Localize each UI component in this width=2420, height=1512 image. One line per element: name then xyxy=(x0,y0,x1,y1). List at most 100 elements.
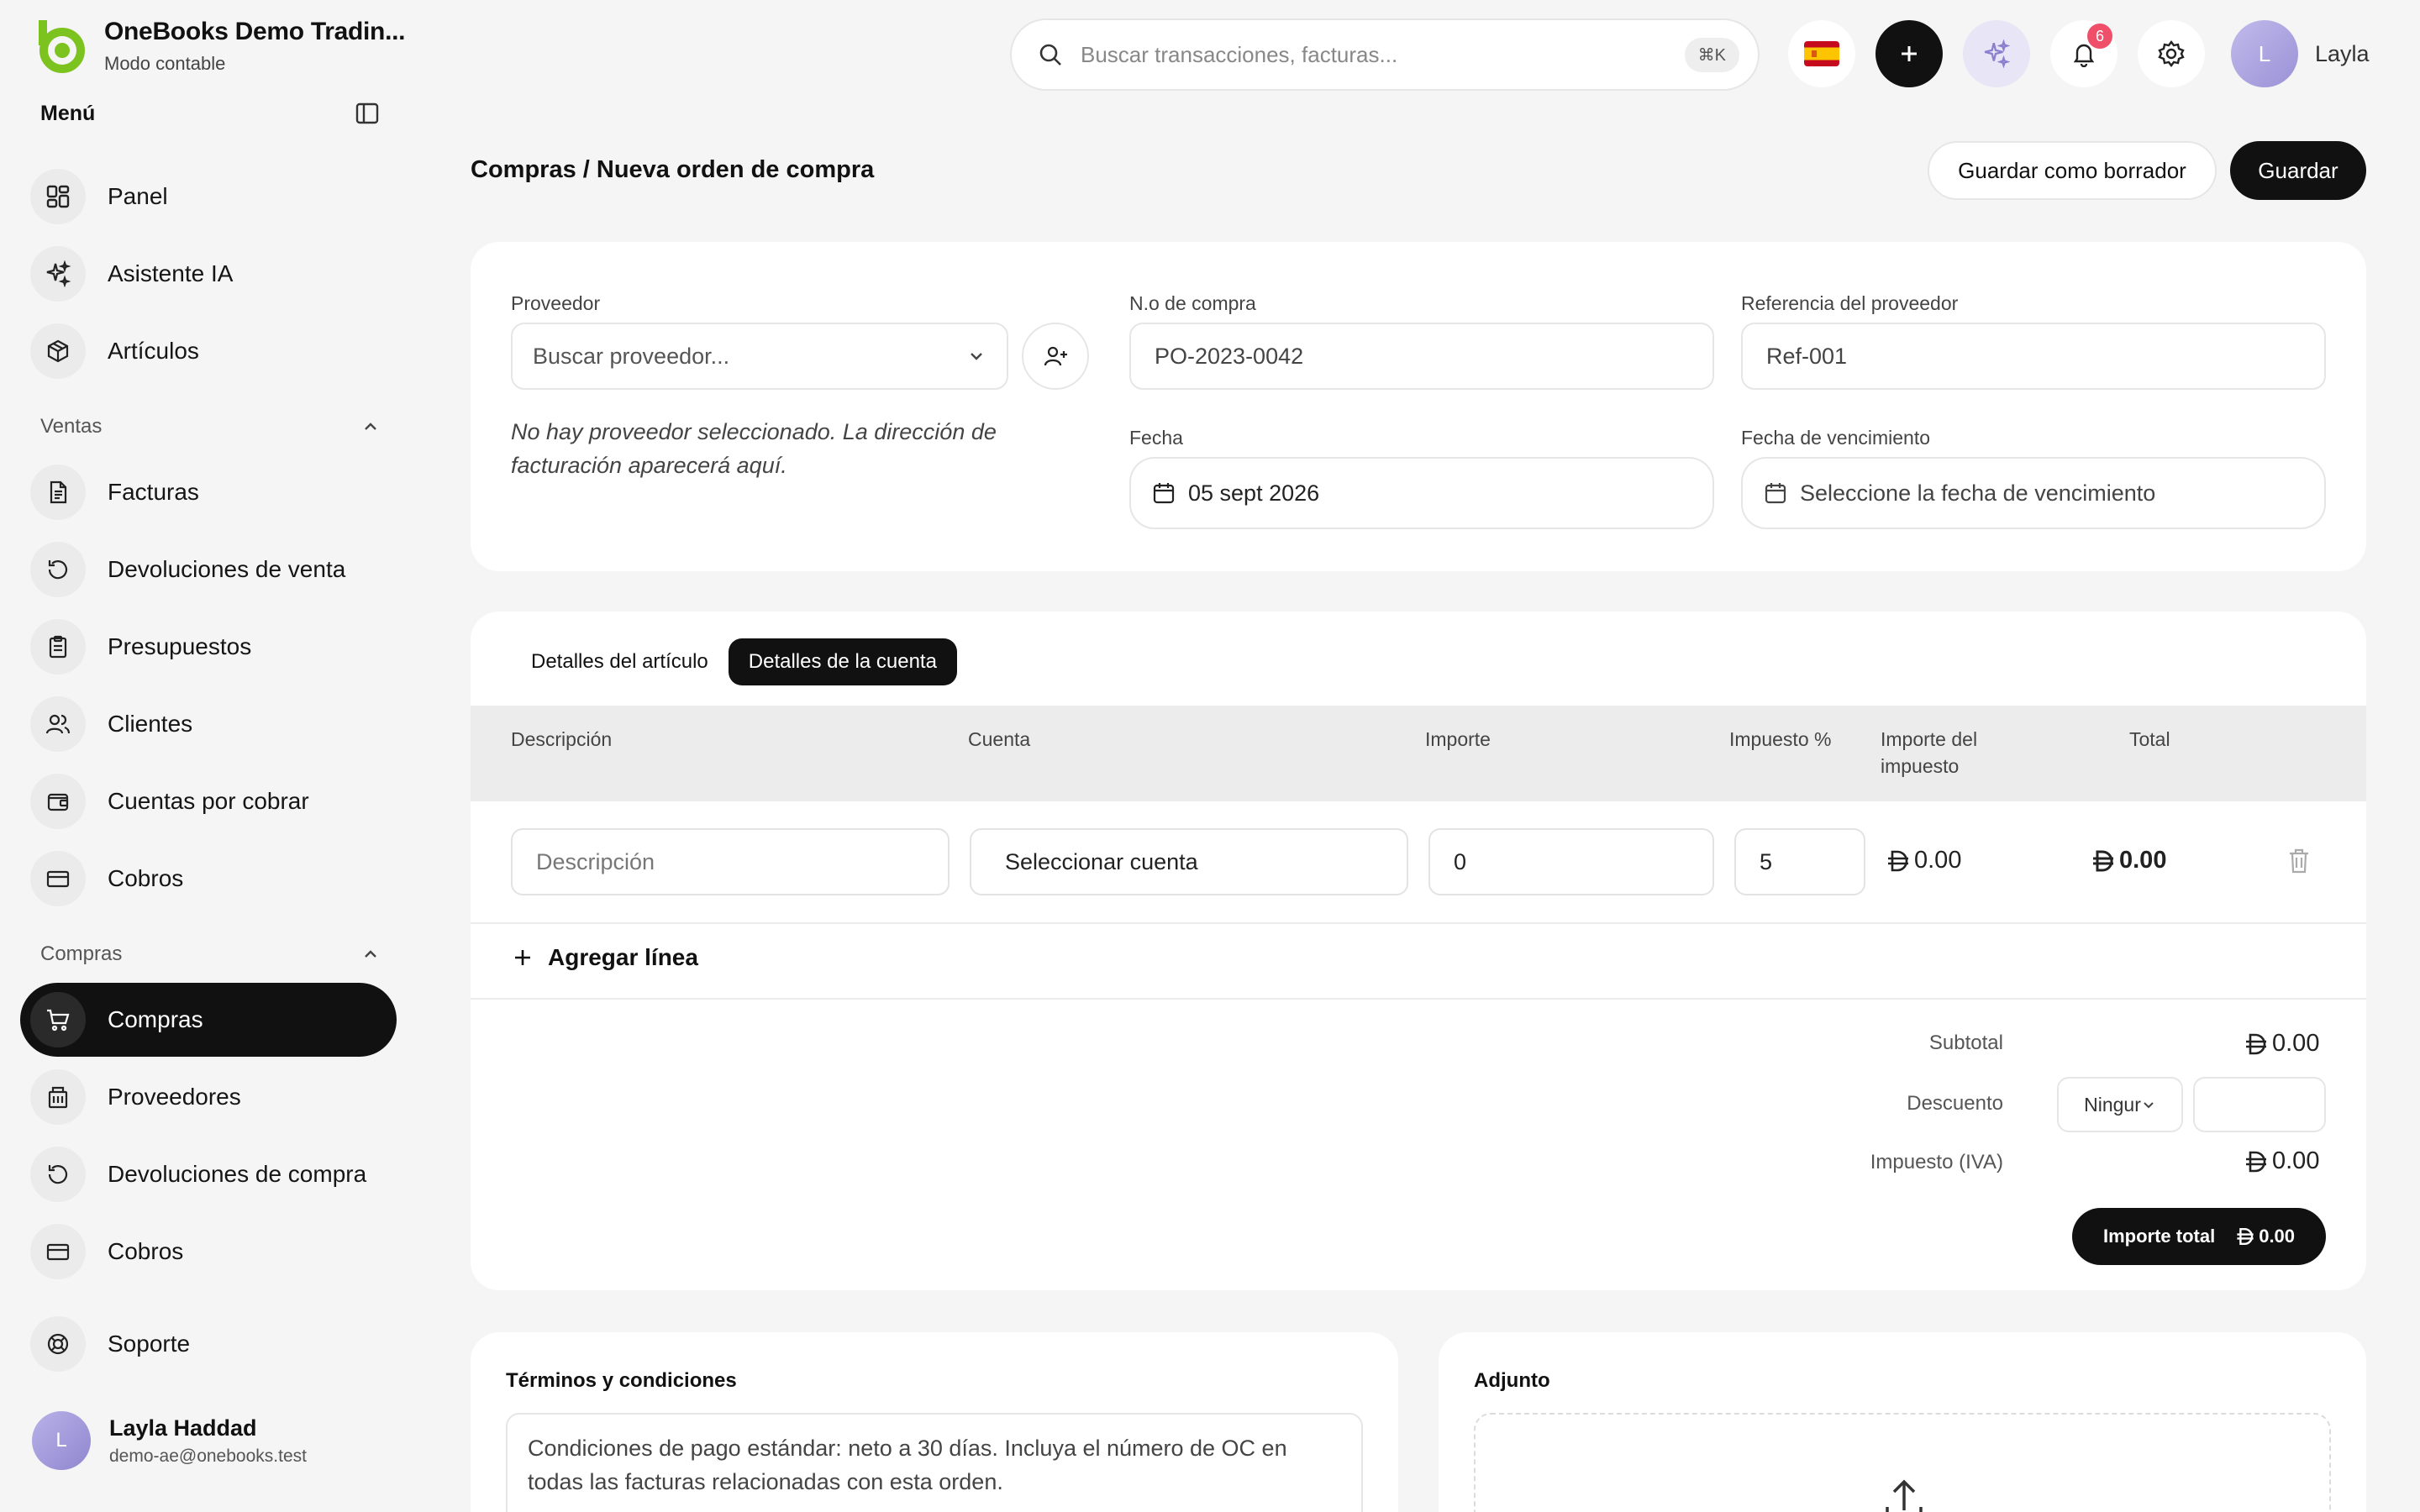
lifebuoy-icon xyxy=(30,1316,86,1372)
terms-title: Términos y condiciones xyxy=(506,1369,737,1392)
terms-textarea[interactable]: Condiciones de pago estándar: neto a 30 … xyxy=(506,1413,1363,1512)
date-value: 05 sept 2026 xyxy=(1188,480,1320,506)
line-account-select[interactable]: Seleccionar cuenta xyxy=(970,828,1408,895)
supplier-select[interactable]: Buscar proveedor... xyxy=(511,323,1008,390)
dirham-icon xyxy=(1888,850,1908,871)
ai-assistant-button[interactable] xyxy=(1963,20,2030,87)
date-picker[interactable]: 05 sept 2026 xyxy=(1129,457,1714,529)
add-line-button[interactable]: Agregar línea xyxy=(511,944,698,971)
dirham-icon xyxy=(2093,850,2113,871)
users-icon xyxy=(30,696,86,752)
section-divider xyxy=(471,998,2366,1000)
card-icon xyxy=(30,1224,86,1279)
line-amount-input[interactable]: 0 xyxy=(1428,828,1714,895)
sparkles-icon xyxy=(1984,39,2011,68)
add-supplier-button[interactable] xyxy=(1022,323,1089,390)
sidebar-item-suppliers[interactable]: Proveedores xyxy=(20,1060,397,1134)
upload-icon xyxy=(1886,1479,1923,1512)
user-name: Layla Haddad xyxy=(109,1415,257,1441)
sidebar-item-label: Cobros xyxy=(108,1238,184,1264)
plus-icon xyxy=(515,950,530,965)
due-date-picker[interactable]: Seleccione la fecha de vencimiento xyxy=(1741,457,2326,529)
line-description-input[interactable]: Descripción xyxy=(511,828,950,895)
line-tax-pct-input[interactable]: 5 xyxy=(1734,828,1865,895)
total-amount-badge: Importe total 0.00 xyxy=(2072,1208,2326,1265)
sidebar-item-purchase-returns[interactable]: Devoluciones de compra xyxy=(20,1137,397,1211)
sidebar-item-quotes[interactable]: Presupuestos xyxy=(20,610,397,684)
sidebar-item-receivables[interactable]: Cuentas por cobrar xyxy=(20,764,397,838)
sidebar-item-items[interactable]: Artículos xyxy=(20,314,397,388)
search-input[interactable] xyxy=(1081,41,1685,68)
user-short-name: Layla xyxy=(2315,40,2370,66)
sidebar-item-invoices[interactable]: Facturas xyxy=(20,455,397,529)
brand[interactable]: OneBooks Demo Tradin... Modo contable xyxy=(32,17,405,76)
card-icon xyxy=(30,851,86,906)
breadcrumb: Compras / Nueva orden de compra xyxy=(471,156,875,183)
avatar: L xyxy=(2231,20,2298,87)
line-tax-amount-value: 0.00 xyxy=(1914,847,1962,874)
column-header-description: Descripción xyxy=(511,728,613,750)
trash-icon[interactable] xyxy=(2286,847,2312,875)
language-flag-button[interactable] xyxy=(1788,20,1855,87)
sidebar-item-panel[interactable]: Panel xyxy=(20,160,397,234)
total-amount-value: 0.00 xyxy=(2259,1226,2296,1247)
company-mode: Modo contable xyxy=(104,53,226,74)
dashboard-icon xyxy=(30,169,86,224)
tab-item-details[interactable]: Detalles del artículo xyxy=(511,638,729,685)
calendar-icon xyxy=(1153,483,1175,504)
subtotal-value: 0.00 xyxy=(2272,1030,2320,1057)
line-total: 0.00 xyxy=(2091,847,2166,874)
column-header-tax-pct: Impuesto % xyxy=(1729,728,1832,750)
settings-button[interactable] xyxy=(2138,20,2205,87)
subtotal: 0.00 xyxy=(2244,1030,2319,1058)
spain-flag-icon xyxy=(1804,41,1839,66)
chevron-down-icon xyxy=(2144,1102,2154,1109)
line-tax-amount: 0.00 xyxy=(1886,847,1961,874)
sidebar-item-ai-assistant[interactable]: Asistente IA xyxy=(20,237,397,311)
detail-tabs: Detalles del artículo Detalles de la cue… xyxy=(511,638,957,685)
sidebar-toggle-icon[interactable] xyxy=(355,101,380,126)
sidebar-item-customers[interactable]: Clientes xyxy=(20,687,397,761)
menu-title: Menú xyxy=(40,101,96,125)
sidebar-item-collections-sales[interactable]: Cobros xyxy=(20,842,397,916)
calendar-icon xyxy=(1765,483,1786,504)
tax-total-value: 0.00 xyxy=(2272,1147,2320,1174)
sidebar-item-label: Devoluciones de venta xyxy=(108,556,346,582)
sparkles-icon xyxy=(30,246,86,302)
sidebar-item-collections-purchases[interactable]: Cobros xyxy=(20,1215,397,1289)
refresh-icon xyxy=(30,1147,86,1202)
notifications-button[interactable]: 6 xyxy=(2050,20,2118,87)
plus-icon xyxy=(1902,46,1917,61)
discount-label: Descuento xyxy=(1907,1092,2003,1115)
sidebar-item-support[interactable]: Soporte xyxy=(20,1307,397,1381)
sidebar-section-purchases[interactable]: Compras xyxy=(40,942,380,966)
sidebar-item-sales-returns[interactable]: Devoluciones de venta xyxy=(20,533,397,606)
sidebar-item-label: Compras xyxy=(108,1006,203,1032)
discount-value-input[interactable] xyxy=(2193,1077,2326,1132)
refresh-icon xyxy=(30,542,86,597)
supplier-ref-input[interactable]: Ref-001 xyxy=(1741,323,2326,390)
column-header-account: Cuenta xyxy=(968,728,1031,750)
sidebar-item-purchases[interactable]: Compras xyxy=(20,983,397,1057)
building-icon xyxy=(30,1069,86,1125)
global-search[interactable]: ⌘K xyxy=(1010,18,1760,91)
sidebar: OneBooks Demo Tradin... Modo contable Me… xyxy=(0,0,412,1512)
dirham-icon xyxy=(2246,1151,2266,1172)
chevron-down-icon xyxy=(971,353,982,360)
dirham-icon xyxy=(2237,1228,2254,1245)
attachment-dropzone[interactable] xyxy=(1474,1413,2331,1512)
sidebar-item-label: Artículos xyxy=(108,338,199,364)
save-button[interactable]: Guardar xyxy=(2230,141,2366,200)
sidebar-item-label: Soporte xyxy=(108,1331,191,1357)
user-menu[interactable]: L Layla xyxy=(2231,20,2370,87)
user-card[interactable]: L Layla Haddad demo-ae@onebooks.test xyxy=(32,1411,307,1470)
create-new-button[interactable] xyxy=(1876,20,1943,87)
save-draft-button[interactable]: Guardar como borrador xyxy=(1928,141,2217,200)
tab-account-details[interactable]: Detalles de la cuenta xyxy=(728,638,957,685)
discount-type-select[interactable]: Ningur xyxy=(2057,1077,2183,1132)
sidebar-section-sales[interactable]: Ventas xyxy=(40,415,380,438)
clipboard-icon xyxy=(30,619,86,675)
supplier-placeholder: Buscar proveedor... xyxy=(533,343,730,369)
po-number-input[interactable]: PO-2023-0042 xyxy=(1129,323,1714,390)
search-icon xyxy=(1039,44,1061,66)
